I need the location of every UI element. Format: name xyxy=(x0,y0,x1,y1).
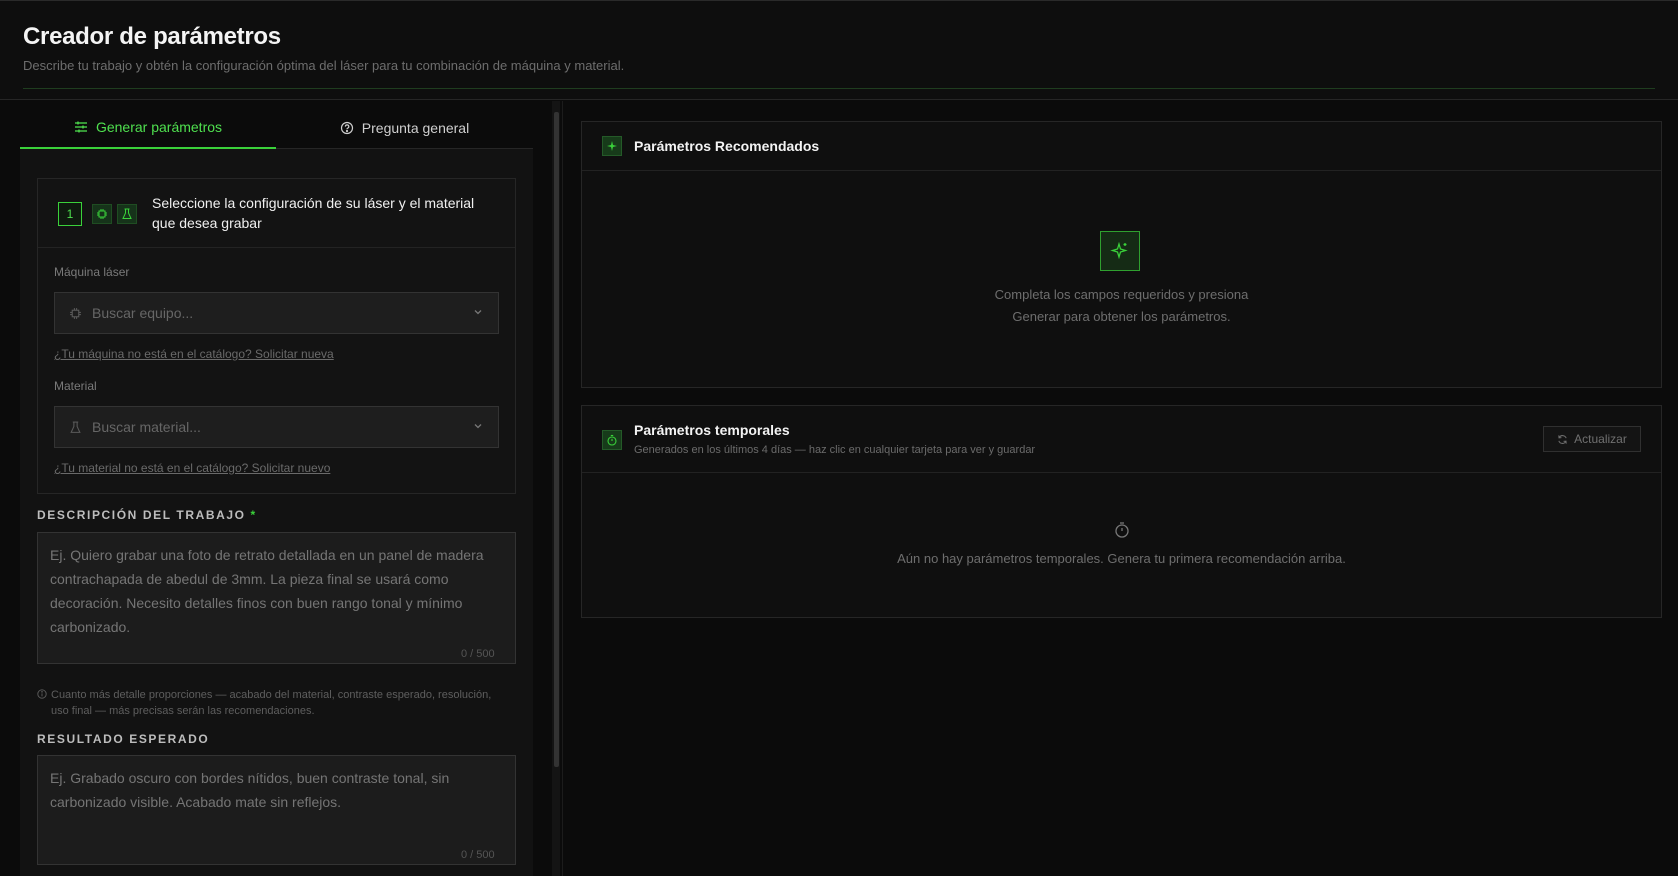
sliders-icon xyxy=(74,121,87,133)
tab-general-question[interactable]: Pregunta general xyxy=(276,107,533,149)
machine-select-placeholder: Buscar equipo... xyxy=(92,305,194,321)
temporal-parameters-card: Parámetros temporales Generados en los ú… xyxy=(581,405,1662,618)
scrollbar-thumb[interactable] xyxy=(554,112,559,767)
machine-label: Máquina láser xyxy=(54,265,130,279)
temporal-card-header: Parámetros temporales Generados en los ú… xyxy=(582,406,1661,473)
tab-bar: Generar parámetros Pregunta general xyxy=(20,107,533,149)
config-card-header: 1 Seleccione la configuración de su láse… xyxy=(38,179,515,248)
sparkles-icon xyxy=(1100,231,1140,271)
chip-icon xyxy=(92,204,112,224)
result-counter: 0 / 500 xyxy=(461,849,495,861)
refresh-label: Actualizar xyxy=(1574,432,1627,446)
tab-generate-parameters[interactable]: Generar parámetros xyxy=(20,107,276,149)
recommended-empty-line2: Generar para obtener los parámetros. xyxy=(1012,309,1231,324)
description-counter: 0 / 500 xyxy=(461,648,495,660)
column-divider xyxy=(562,101,563,876)
page-header: Creador de parámetros Describe tu trabaj… xyxy=(0,0,1678,100)
refresh-icon xyxy=(1558,434,1567,444)
recommended-title: Parámetros Recomendados xyxy=(634,138,820,154)
step-number-badge: 1 xyxy=(58,202,82,226)
flask-icon xyxy=(117,204,137,224)
description-textarea[interactable] xyxy=(37,532,516,664)
flask-icon xyxy=(70,421,81,433)
material-label: Material xyxy=(54,379,97,393)
machine-select[interactable]: Buscar equipo... xyxy=(54,292,499,334)
recommended-empty-line1: Completa los campos requeridos y presion… xyxy=(994,287,1249,302)
chevron-down-icon xyxy=(474,310,482,315)
request-machine-link[interactable]: ¿Tu máquina no está en el catálogo? Soli… xyxy=(54,347,334,361)
result-textarea[interactable] xyxy=(37,755,516,865)
tab-label: Generar parámetros xyxy=(95,119,223,135)
request-material-link[interactable]: ¿Tu material no está en el catálogo? Sol… xyxy=(54,461,330,475)
config-title: Seleccione la configuración de su láser … xyxy=(152,195,475,231)
description-label: DESCRIPCIÓN DEL TRABAJO * xyxy=(37,508,257,522)
header-divider xyxy=(23,88,1655,89)
description-label-text: DESCRIPCIÓN DEL TRABAJO xyxy=(37,508,246,522)
page-title: Creador de parámetros xyxy=(23,23,281,50)
refresh-button[interactable]: Actualizar xyxy=(1543,426,1641,452)
info-icon xyxy=(37,689,47,699)
result-label: RESULTADO ESPERADO xyxy=(37,732,210,746)
timer-icon xyxy=(602,430,622,450)
temporal-subtitle: Generados en los últimos 4 días — haz cl… xyxy=(634,444,1036,456)
required-mark: * xyxy=(250,508,257,522)
sparkles-icon xyxy=(602,136,622,156)
chevron-down-icon xyxy=(474,424,482,429)
tab-label: Pregunta general xyxy=(361,120,470,136)
chip-icon xyxy=(70,307,81,319)
timer-icon xyxy=(1115,522,1129,538)
temporal-title: Parámetros temporales xyxy=(634,422,790,438)
help-circle-icon xyxy=(340,121,353,135)
recommended-parameters-card: Parámetros Recomendados Completa los cam… xyxy=(581,121,1662,388)
page-subtitle: Describe tu trabajo y obtén la configura… xyxy=(23,58,625,73)
hint-text: Cuanto más detalle proporciones — acabad… xyxy=(51,689,492,717)
material-select[interactable]: Buscar material... xyxy=(54,406,499,448)
temporal-empty-text: Aún no hay parámetros temporales. Genera… xyxy=(897,551,1346,566)
description-hint: Cuanto más detalle proporciones — acabad… xyxy=(37,687,507,719)
material-select-placeholder: Buscar material... xyxy=(92,419,201,435)
config-card: 1 Seleccione la configuración de su láse… xyxy=(37,178,516,494)
recommended-card-header: Parámetros Recomendados xyxy=(582,122,1661,171)
